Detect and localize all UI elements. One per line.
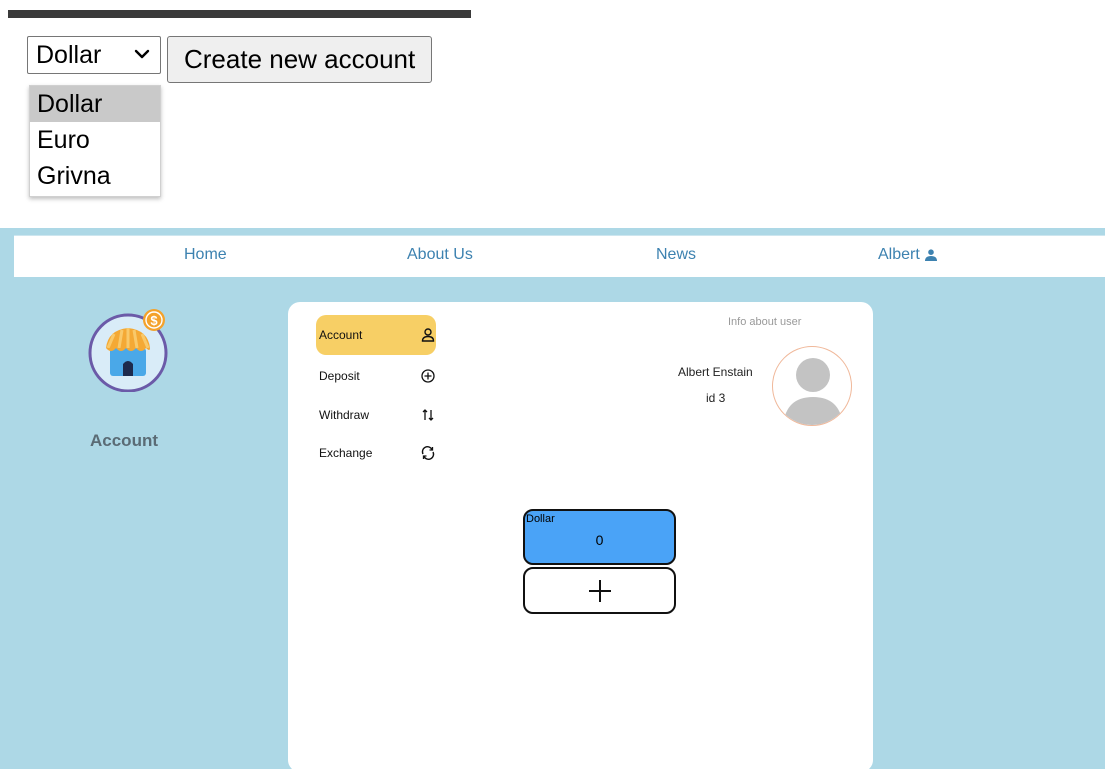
menu-item-label: Account [319,328,363,342]
account-currency: Dollar [526,513,555,525]
menu-item-exchange[interactable]: Exchange [316,433,436,473]
currency-option-grivna[interactable]: Grivna [30,158,160,194]
window-top-bar [8,10,471,18]
nav-user-link[interactable]: Albert [878,246,938,264]
refresh-icon [421,446,435,460]
shop-coin-icon: $ [88,309,168,392]
menu-item-label: Deposit [319,369,360,383]
nav-user-name: Albert [878,246,920,263]
currency-dropdown: Dollar Euro Grivna [29,85,161,197]
menu-item-withdraw[interactable]: Withdraw [316,395,436,435]
plus-circle-icon [421,369,435,383]
user-info-title: Info about user [728,316,802,328]
account-card[interactable]: Dollar 0 [523,509,676,565]
avatar [772,346,852,426]
nav-about-link[interactable]: About Us [407,246,473,264]
create-account-button[interactable]: Create new account [167,36,433,83]
account-panel: Account Deposit Withdraw Exchange Info a… [288,302,873,769]
currency-select-value: Dollar [36,40,102,69]
menu-item-account[interactable]: Account [316,315,436,355]
avatar-placeholder-icon [783,358,843,425]
transfer-arrows-icon [422,409,434,421]
app-container: Home About Us News Albert $ Account Acco… [0,228,1105,769]
menu-item-label: Withdraw [319,408,370,422]
currency-option-dollar[interactable]: Dollar [30,86,160,122]
nav-news-link[interactable]: News [656,246,696,264]
chevron-down-icon [134,49,150,59]
menu-item-deposit[interactable]: Deposit [316,356,436,396]
user-id: id 3 [706,391,726,405]
currency-select[interactable]: Dollar [27,36,161,74]
account-create-controls: Dollar Create new account [27,36,433,83]
sidebar-title: Account [90,431,158,450]
currency-option-euro[interactable]: Euro [30,122,160,158]
person-icon [924,249,937,261]
svg-text:$: $ [150,313,158,328]
user-outline-icon [421,328,435,342]
nav-home-link[interactable]: Home [184,246,227,264]
add-account-button[interactable] [523,567,676,614]
navbar: Home About Us News Albert [14,235,1105,277]
account-balance: 0 [595,532,604,548]
user-full-name: Albert Enstain [678,365,753,379]
screen: Dollar Create new account Dollar Euro Gr… [0,0,1105,769]
plus-icon [588,579,611,602]
menu-item-label: Exchange [319,446,373,460]
